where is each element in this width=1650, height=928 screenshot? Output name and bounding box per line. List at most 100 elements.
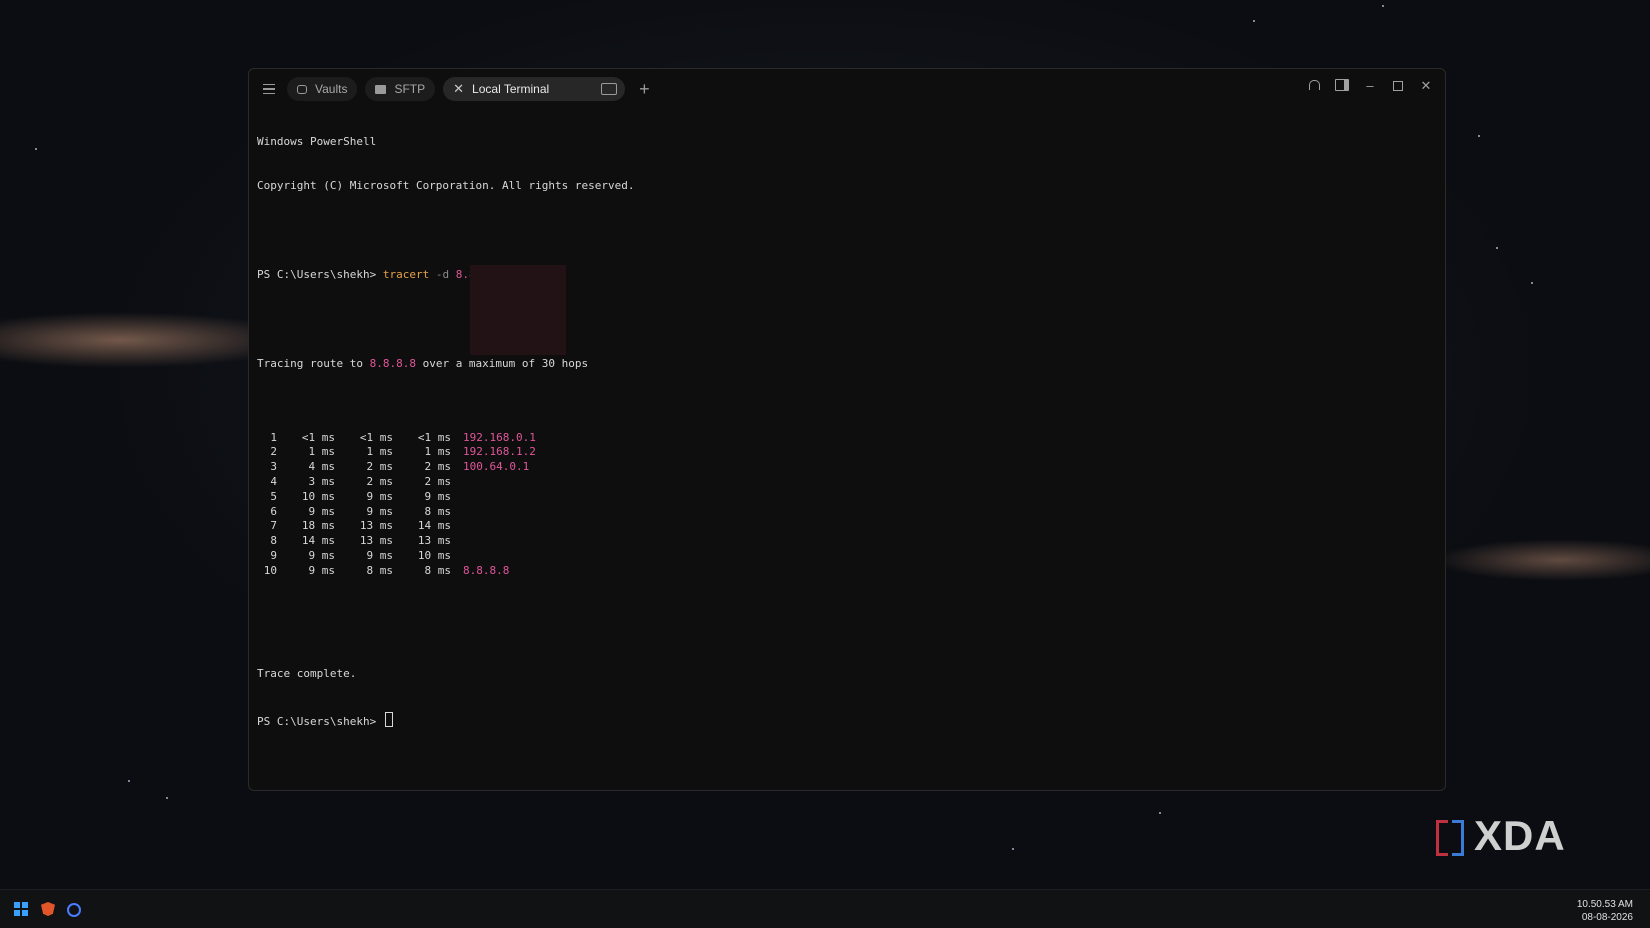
hop-host: 192.168.1.2 bbox=[463, 445, 536, 459]
hop-row: 6 9 ms 9 ms 8 ms bbox=[257, 505, 1437, 520]
hop-host bbox=[451, 490, 563, 505]
hop-row: 7 18 ms 13 ms 14 ms bbox=[257, 519, 1437, 534]
tracing-suffix: over a maximum of 30 hops bbox=[422, 356, 589, 370]
hop-row: 9 9 ms 9 ms 10 ms bbox=[257, 549, 1437, 564]
close-window-icon[interactable]: ✕ bbox=[1419, 79, 1433, 93]
rtt-1: 18 ms bbox=[301, 519, 335, 533]
terminal-icon[interactable] bbox=[601, 83, 618, 95]
terminal-window: Vaults SFTP ✕ Local Terminal + – ✕ Windo… bbox=[248, 68, 1446, 791]
hop-number: 9 bbox=[270, 548, 277, 562]
hop-host bbox=[451, 534, 563, 549]
rtt-1: 9 ms bbox=[308, 548, 336, 562]
trace-complete: Trace complete. bbox=[257, 667, 357, 681]
tab-local-terminal[interactable]: ✕ Local Terminal bbox=[443, 77, 626, 101]
title-bar: Vaults SFTP ✕ Local Terminal + – ✕ bbox=[249, 69, 1445, 109]
hop-number: 3 bbox=[270, 460, 277, 474]
hop-number: 7 bbox=[270, 519, 277, 533]
hop-number: 4 bbox=[270, 474, 277, 488]
hop-number: 1 bbox=[270, 430, 277, 444]
clock-time: 10.50.53 AM bbox=[1576, 899, 1633, 910]
bell-icon[interactable] bbox=[1307, 79, 1321, 93]
hop-host: 192.168.0.1 bbox=[463, 430, 536, 444]
command-line: PS C:\Users\shekh> tracert -d 8.8.8.8 bbox=[257, 268, 1437, 283]
rtt-2: 9 ms bbox=[366, 504, 394, 518]
tracing-target: 8.8.8.8 bbox=[369, 356, 416, 370]
rtt-3: 8 ms bbox=[424, 504, 452, 518]
cursor bbox=[384, 711, 393, 727]
tab-label: Local Terminal bbox=[472, 82, 550, 96]
xda-mark-icon bbox=[1434, 816, 1468, 856]
redacted-hosts bbox=[470, 265, 566, 355]
banner-line: Copyright (C) Microsoft Corporation. All… bbox=[257, 178, 635, 192]
hamburger-menu-icon[interactable] bbox=[259, 79, 279, 99]
close-tab-icon[interactable]: ✕ bbox=[453, 81, 464, 97]
rtt-2: 2 ms bbox=[366, 474, 394, 488]
rtt-3: 2 ms bbox=[424, 460, 452, 474]
hop-row: 4 3 ms 2 ms 2 ms bbox=[257, 475, 1437, 490]
hop-number: 6 bbox=[270, 504, 277, 518]
rtt-3: 9 ms bbox=[424, 489, 452, 503]
command-flag: -d bbox=[435, 267, 450, 281]
split-panel-icon[interactable] bbox=[1335, 79, 1349, 93]
hop-host bbox=[451, 475, 563, 490]
rtt-1: 9 ms bbox=[308, 563, 336, 577]
prompt-line[interactable]: PS C:\Users\shekh> bbox=[257, 711, 1437, 730]
hop-host bbox=[451, 549, 563, 564]
rtt-2: 2 ms bbox=[366, 460, 394, 474]
brave-browser-icon[interactable] bbox=[41, 902, 55, 916]
terminal-output[interactable]: Windows PowerShell Copyright (C) Microso… bbox=[257, 105, 1437, 774]
rtt-2: 9 ms bbox=[366, 489, 394, 503]
rtt-1: <1 ms bbox=[301, 430, 335, 444]
system-clock[interactable]: 10.50.53 AM 08-08-2026 bbox=[1577, 898, 1633, 924]
xda-wordmark: XDA bbox=[1474, 812, 1566, 859]
minimize-icon[interactable]: – bbox=[1363, 79, 1377, 93]
hop-host: 8.8.8.8 bbox=[463, 563, 510, 577]
folder-icon bbox=[375, 84, 387, 94]
tab-vaults[interactable]: Vaults bbox=[287, 77, 358, 101]
tab-sftp[interactable]: SFTP bbox=[365, 77, 436, 101]
rtt-2: 1 ms bbox=[366, 445, 394, 459]
rtt-1: 10 ms bbox=[301, 489, 335, 503]
rtt-2: <1 ms bbox=[359, 430, 393, 444]
rtt-2: 13 ms bbox=[359, 519, 393, 533]
windows-start-icon[interactable] bbox=[14, 902, 28, 916]
prompt: PS C:\Users\shekh> bbox=[257, 714, 377, 728]
rtt-2: 13 ms bbox=[359, 534, 393, 548]
hop-number: 5 bbox=[270, 489, 277, 503]
taskbar: 10.50.53 AM 08-08-2026 bbox=[0, 889, 1650, 928]
rtt-3: 2 ms bbox=[424, 474, 452, 488]
command: tracert bbox=[382, 267, 430, 281]
rtt-1: 1 ms bbox=[308, 445, 336, 459]
vault-icon bbox=[297, 84, 307, 94]
rtt-1: 14 ms bbox=[301, 534, 335, 548]
tracing-line: Tracing route to 8.8.8.8 over a maximum … bbox=[257, 357, 1437, 372]
tracing-prefix: Tracing route to bbox=[257, 356, 363, 370]
clock-date: 08-08-2026 bbox=[1581, 912, 1633, 923]
hop-number: 8 bbox=[270, 534, 277, 548]
hop-host bbox=[451, 519, 563, 534]
rtt-2: 9 ms bbox=[366, 548, 394, 562]
rtt-3: <1 ms bbox=[417, 430, 451, 444]
rtt-1: 9 ms bbox=[308, 504, 336, 518]
rtt-3: 14 ms bbox=[417, 519, 451, 533]
maximize-icon[interactable] bbox=[1391, 79, 1405, 93]
hop-number: 10 bbox=[263, 563, 277, 577]
rtt-3: 1 ms bbox=[424, 445, 452, 459]
hop-row: 10 9 ms 8 ms 8 ms 8.8.8.8 bbox=[257, 564, 1437, 579]
hop-number: 2 bbox=[270, 445, 277, 459]
rtt-3: 10 ms bbox=[417, 548, 451, 562]
prompt: PS C:\Users\shekh> bbox=[257, 267, 377, 281]
new-tab-button[interactable]: + bbox=[639, 79, 650, 100]
rtt-2: 8 ms bbox=[366, 563, 394, 577]
hop-row: 2 1 ms 1 ms 1 ms 192.168.1.2 bbox=[257, 445, 1437, 460]
hop-table: 1 <1 ms <1 ms <1 ms 192.168.0.1 2 1 ms 1 ms 1 ms… bbox=[257, 431, 1437, 579]
cortana-icon[interactable] bbox=[67, 903, 81, 917]
hop-host: 100.64.0.1 bbox=[463, 460, 530, 474]
hop-row: 8 14 ms 13 ms 13 ms bbox=[257, 534, 1437, 549]
tab-label: SFTP bbox=[394, 82, 426, 96]
hop-row: 1 <1 ms <1 ms <1 ms 192.168.0.1 bbox=[257, 431, 1437, 446]
banner-line: Windows PowerShell bbox=[257, 134, 377, 148]
tab-label: Vaults bbox=[315, 82, 348, 96]
xda-logo: XDA bbox=[1434, 812, 1566, 860]
rtt-3: 13 ms bbox=[417, 534, 451, 548]
